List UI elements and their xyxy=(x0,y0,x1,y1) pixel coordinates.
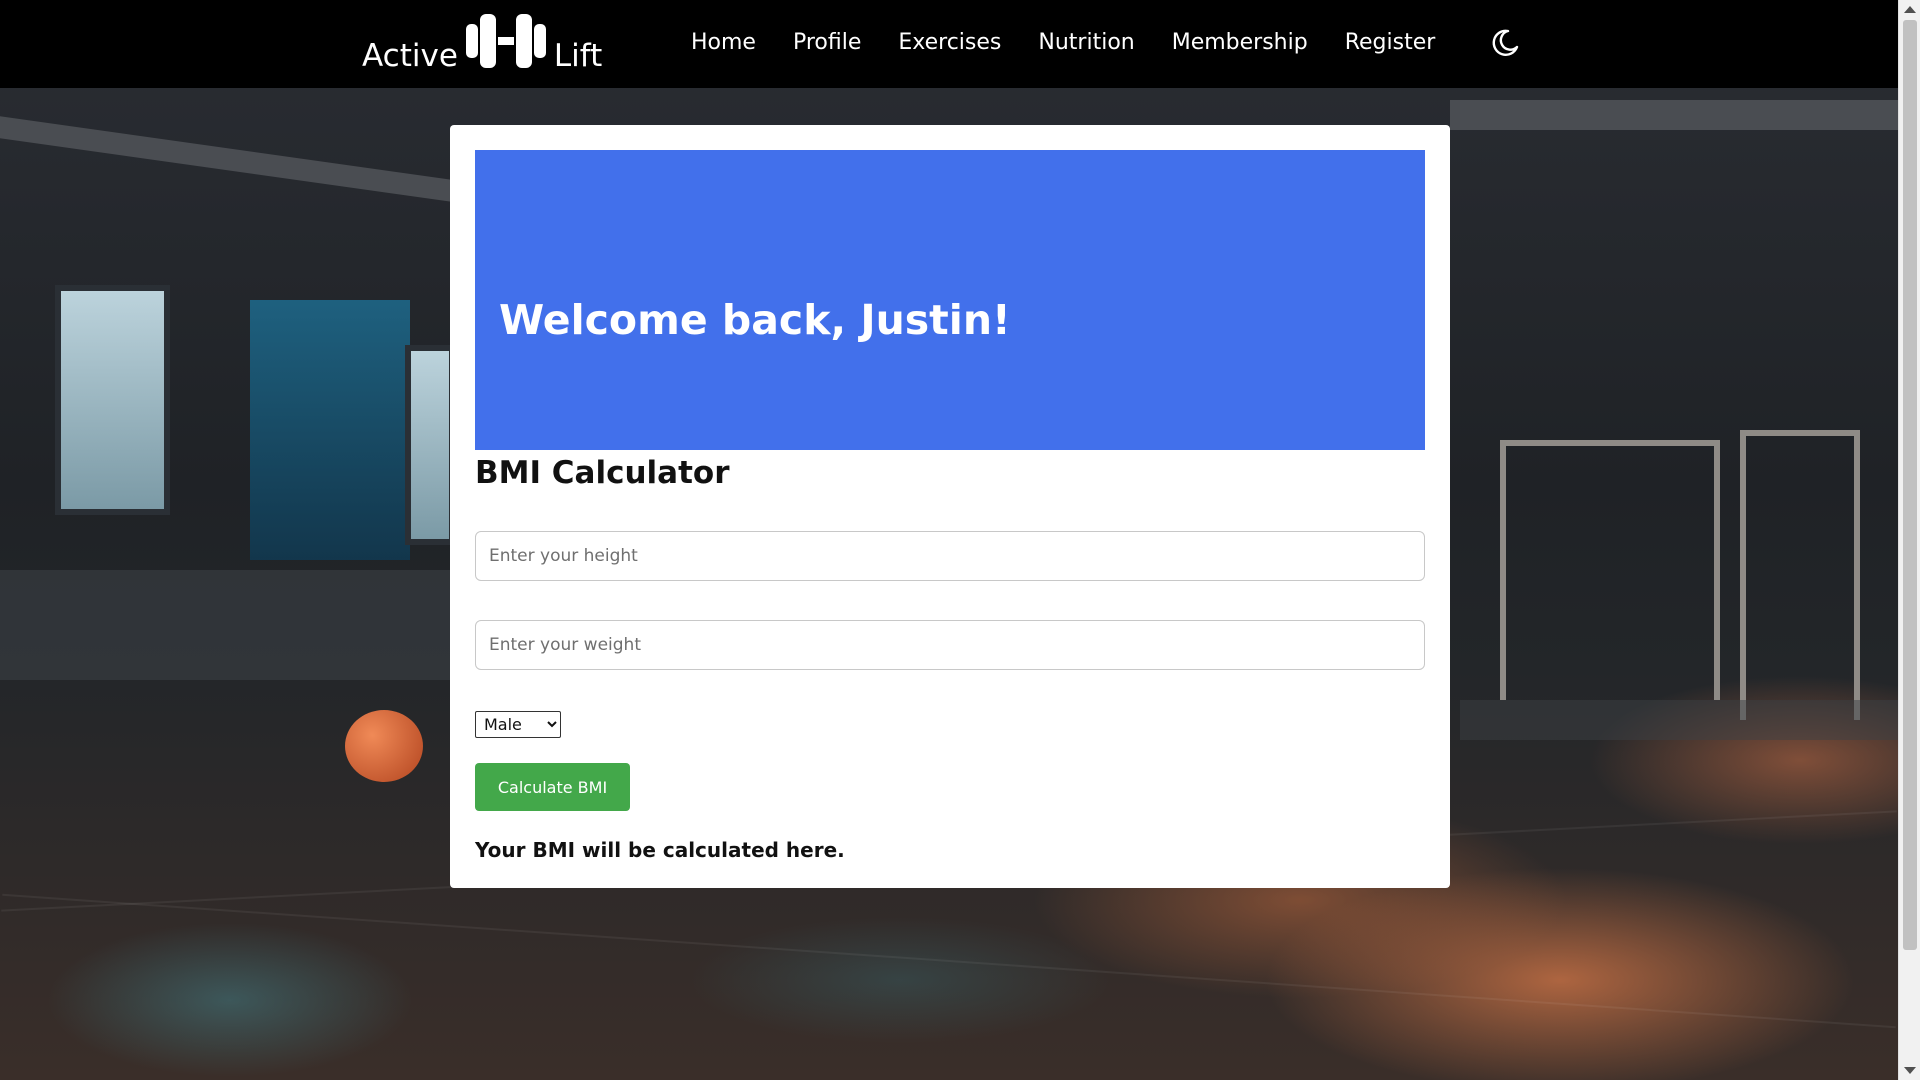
welcome-heading: Welcome back, Justin! xyxy=(499,296,1011,344)
page-scrollbar[interactable] xyxy=(1898,0,1920,1080)
top-navbar: Active Lift Home Profile Exercises Nutri… xyxy=(0,0,1898,88)
bg-floor-mat xyxy=(1460,700,1898,740)
height-input[interactable] xyxy=(475,531,1425,581)
scrollbar-thumb[interactable] xyxy=(1903,20,1917,950)
scroll-down-arrow-icon[interactable] xyxy=(1904,1067,1916,1074)
bmi-calculator-title: BMI Calculator xyxy=(475,455,730,491)
bg-floor-line xyxy=(2,893,1896,1029)
bg-squat-rack xyxy=(1740,430,1860,720)
dumbbell-icon xyxy=(465,12,546,70)
nav-link-profile[interactable]: Profile xyxy=(793,30,861,55)
gender-select[interactable]: Male xyxy=(475,711,561,738)
weight-input[interactable] xyxy=(475,620,1425,670)
bg-bench xyxy=(0,570,450,680)
nav-link-membership[interactable]: Membership xyxy=(1172,30,1308,55)
bg-window xyxy=(405,345,455,545)
bg-window xyxy=(55,285,170,515)
calculate-bmi-button[interactable]: Calculate BMI xyxy=(475,763,630,811)
scroll-up-arrow-icon[interactable] xyxy=(1904,6,1916,13)
nav-link-exercises[interactable]: Exercises xyxy=(898,30,1001,55)
bmi-result-text: Your BMI will be calculated here. xyxy=(475,838,845,862)
brand-word-right: Lift xyxy=(553,38,603,74)
brand-logo[interactable]: Active Lift xyxy=(362,14,602,74)
bg-squat-rack xyxy=(1500,440,1720,700)
bg-wall-panel xyxy=(250,300,410,560)
bg-ceiling-beam xyxy=(1450,100,1898,130)
bg-ceiling-beam xyxy=(0,116,480,206)
bmi-card: Welcome back, Justin! BMI Calculator Mal… xyxy=(450,125,1450,888)
bg-medicine-ball xyxy=(345,710,423,782)
nav-link-home[interactable]: Home xyxy=(691,30,756,55)
brand-word-left: Active xyxy=(362,38,458,74)
nav-link-nutrition[interactable]: Nutrition xyxy=(1038,30,1134,55)
welcome-banner: Welcome back, Justin! xyxy=(475,150,1425,450)
nav-links: Home Profile Exercises Nutrition Members… xyxy=(691,30,1472,55)
moon-icon[interactable] xyxy=(1490,28,1520,58)
nav-link-register[interactable]: Register xyxy=(1345,30,1436,55)
